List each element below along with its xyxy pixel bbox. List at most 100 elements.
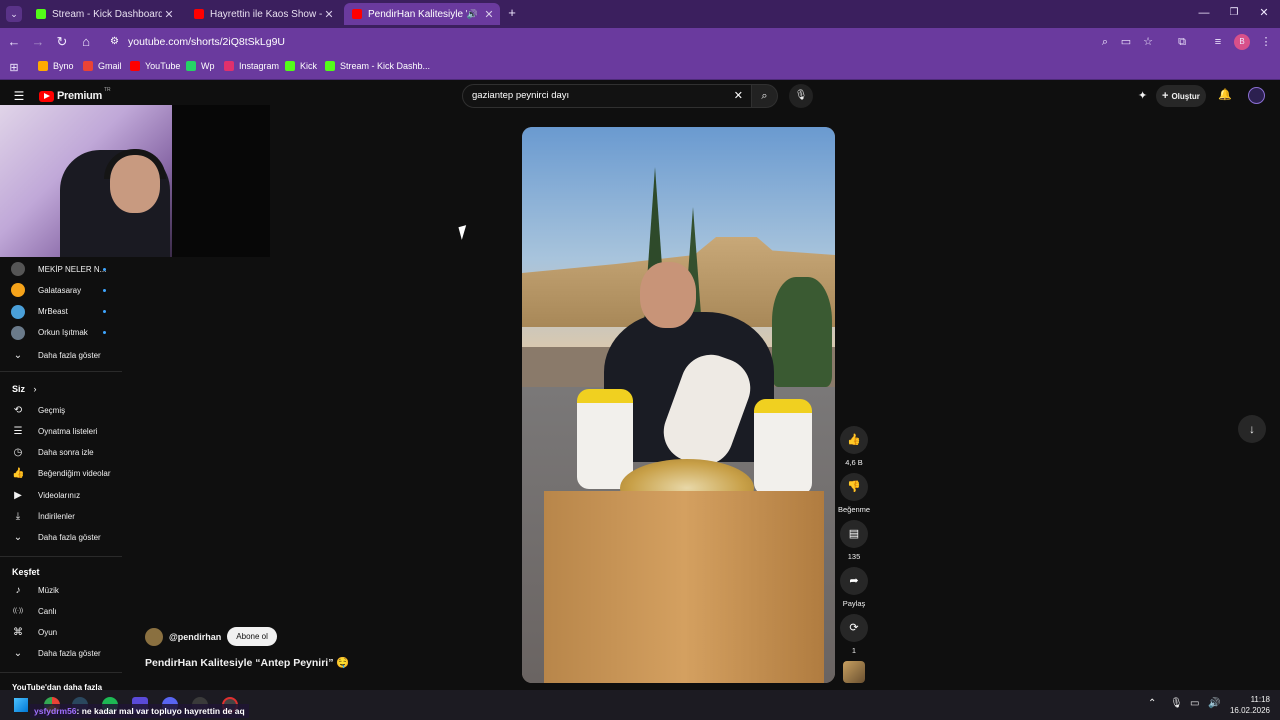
clear-search-icon[interactable]: ✕ <box>734 85 743 107</box>
sidebar-item-label: İndirilenler <box>38 512 75 521</box>
reload-icon[interactable]: ↻ <box>54 34 70 50</box>
comment-action[interactable]: ▤ 135 <box>838 520 870 561</box>
dislike-icon[interactable]: 👎 <box>840 473 868 501</box>
dislike-action[interactable]: 👎 Beğenme <box>838 473 870 514</box>
remix-action[interactable]: ⟳ 1 <box>838 614 870 655</box>
subscription-item[interactable]: Galatasaray <box>0 280 122 300</box>
sidebar-item-label: Geçmiş <box>38 405 66 415</box>
zoom-icon[interactable]: ⌕ <box>1097 34 1113 50</box>
sidebar-item[interactable]: ◷ Daha sonra izle <box>0 443 122 463</box>
sidebar-item[interactable]: ▶ Videolarınız <box>0 485 122 505</box>
subscription-label: Galatasaray <box>38 285 82 295</box>
account-avatar[interactable] <box>1248 87 1265 104</box>
sound-thumbnail[interactable] <box>843 661 865 683</box>
dislike-label: Beğenme <box>838 505 871 514</box>
bookmark-item[interactable]: Instagram <box>224 61 279 71</box>
subscription-item[interactable]: MrBeast <box>0 302 122 322</box>
your-videos-icon: ▶ <box>14 489 22 501</box>
channel-name[interactable]: @pendirhan <box>169 632 221 642</box>
short-video-player[interactable] <box>522 127 835 683</box>
show-more-subscriptions[interactable]: ⌄ Daha fazla göster <box>0 345 122 365</box>
notifications-icon[interactable]: 🔔 <box>1218 88 1232 101</box>
bookmark-item[interactable]: Gmail <box>83 61 122 71</box>
vendor-head <box>640 262 696 328</box>
home-icon[interactable]: ⌂ <box>78 34 94 50</box>
extensions-icon[interactable]: ⧉ <box>1174 34 1190 50</box>
tab-kaos-show[interactable]: Hayrettin ile Kaos Show - 2.Sez ✕ <box>186 3 340 25</box>
bookmark-item[interactable]: Wp <box>186 61 215 71</box>
channel-avatar[interactable] <box>145 627 163 646</box>
profile-avatar[interactable]: B <box>1234 34 1250 50</box>
start-icon[interactable] <box>14 698 28 712</box>
minimize-icon[interactable]: — <box>1196 5 1212 21</box>
subscription-item[interactable]: Orkun Işıtmak <box>0 323 122 343</box>
tray-chevron-icon[interactable]: ⌃ <box>1148 698 1156 709</box>
sparkle-icon[interactable]: ✦ <box>1138 89 1147 102</box>
site-info-icon[interactable]: ⚙ <box>110 32 119 52</box>
apps-grid-icon[interactable]: ⊞ <box>6 60 22 76</box>
sidebar-item[interactable]: ⌄ Daha fazla göster <box>0 644 122 664</box>
search-button[interactable]: ⌕ <box>752 84 778 108</box>
sidebar-item[interactable]: ☰ Oynatma listeleri <box>0 421 122 441</box>
like-icon[interactable]: 👍 <box>840 426 868 454</box>
sidebar-item[interactable]: ⌄ Daha fazla göster <box>0 528 122 548</box>
clock[interactable]: 11:18 16.02.2026 <box>1226 694 1270 716</box>
bookmark-item[interactable]: YouTube <box>130 61 180 71</box>
sidebar-item[interactable]: ⌘ Oyun <box>0 623 122 643</box>
divider <box>0 556 122 557</box>
tab-kick-dashboard[interactable]: Stream - Kick Dashboard ✕ <box>28 3 180 25</box>
display-tray-icon[interactable]: ▭ <box>1190 698 1199 709</box>
subscription-item[interactable]: MEKİP NELER N... <box>0 259 122 279</box>
new-content-dot <box>103 310 106 314</box>
tab-search-icon[interactable]: ⌄ <box>6 6 22 22</box>
remix-count: 1 <box>851 646 857 655</box>
share-action[interactable]: ➦ Paylaş <box>838 567 870 608</box>
comment-icon[interactable]: ▤ <box>840 520 868 548</box>
hamburger-menu-icon[interactable]: ☰ <box>11 88 27 104</box>
bookmark-favicon-icon <box>38 61 48 71</box>
cheese-jar-left <box>577 389 633 489</box>
close-tab-icon[interactable]: ✕ <box>162 8 176 21</box>
bookmark-label: Gmail <box>98 61 122 71</box>
search-input[interactable]: gaziantep peynirci dayı ✕ <box>462 84 752 108</box>
audio-playing-icon[interactable]: 🔊 <box>467 9 478 20</box>
remix-icon[interactable]: ⟳ <box>840 614 868 642</box>
share-icon[interactable]: ➦ <box>840 567 868 595</box>
browser-toolbar: ← → ↻ ⌂ ⚙ youtube.com/shorts/2iQ8tSkLg9U… <box>0 28 1280 56</box>
chat-user: ysfydrm56 <box>34 706 77 716</box>
close-tab-icon[interactable]: ✕ <box>482 8 496 21</box>
chevron-down-icon: ⌄ <box>13 532 23 544</box>
sidebar-item[interactable]: ⤓ İndirilenler <box>0 507 122 527</box>
new-tab-icon[interactable]: + <box>504 5 520 21</box>
tab-pendirhan[interactable]: PendirHan Kalitesiyle "Ante 🔊 ✕ <box>344 3 500 25</box>
create-button[interactable]: + Oluştur <box>1156 85 1206 107</box>
subscribe-button[interactable]: Abone ol <box>227 627 277 646</box>
address-bar[interactable]: ⚙ youtube.com/shorts/2iQ8tSkLg9U <box>104 32 1194 52</box>
install-app-icon[interactable]: ▭ <box>1118 34 1134 50</box>
reading-list-icon[interactable]: ≡ <box>1210 34 1226 50</box>
volume-tray-icon[interactable]: 🔊 <box>1208 698 1220 709</box>
mic-tray-icon[interactable]: 🎙 <box>1170 698 1183 709</box>
like-action[interactable]: 👍 4,6 B <box>838 426 870 467</box>
sidebar-item[interactable]: ((·)) Canlı <box>0 601 122 621</box>
sidebar-item[interactable]: 👍 Beğendiğim videolar <box>0 464 122 484</box>
bookmark-item[interactable]: Kick <box>285 61 317 71</box>
bookmark-favicon-icon <box>325 61 335 71</box>
back-icon[interactable]: ← <box>6 34 22 50</box>
forward-icon[interactable]: → <box>30 34 46 50</box>
sidebar-item[interactable]: ⟲ Geçmiş <box>0 400 122 420</box>
next-short-button[interactable]: ↓ <box>1238 415 1266 443</box>
cheese-jar-right <box>754 399 812 495</box>
bookmark-item[interactable]: Stream - Kick Dashb... <box>325 61 430 71</box>
restore-icon[interactable]: ❐ <box>1226 5 1242 21</box>
close-tab-icon[interactable]: ✕ <box>322 8 336 21</box>
window-close-icon[interactable]: ✕ <box>1256 5 1272 21</box>
bookmark-label: YouTube <box>145 61 181 71</box>
section-you-title[interactable]: Siz › <box>12 384 37 394</box>
youtube-logo[interactable]: Premium TR <box>39 87 111 102</box>
sidebar-item[interactable]: ♪ Müzik <box>0 580 122 600</box>
voice-search-button[interactable]: 🎙 <box>789 84 813 108</box>
browser-menu-icon[interactable]: ⋮ <box>1258 34 1274 50</box>
bookmark-star-icon[interactable]: ☆ <box>1140 34 1156 50</box>
bookmark-item[interactable]: Byno <box>38 61 74 71</box>
